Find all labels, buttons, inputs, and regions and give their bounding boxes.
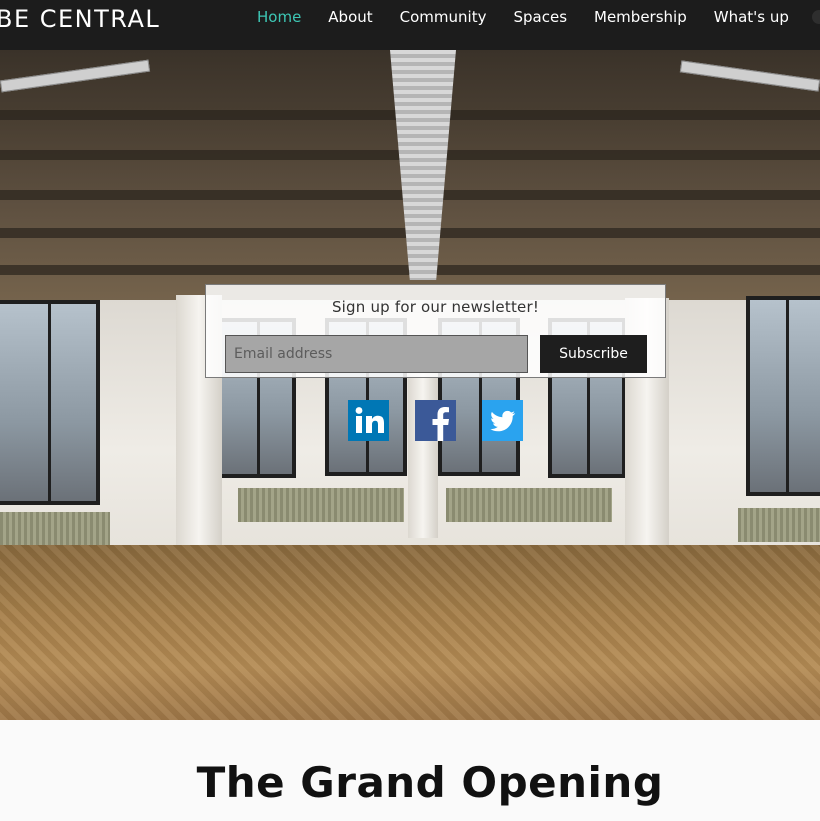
nav-overflow-item[interactable] xyxy=(812,10,820,24)
newsletter-form: Sign up for our newsletter! Subscribe xyxy=(205,284,666,378)
content-section: The Grand Opening xyxy=(0,720,820,821)
radiator xyxy=(738,508,820,542)
nav-item-spaces[interactable]: Spaces xyxy=(513,8,567,26)
section-heading: The Grand Opening xyxy=(196,758,664,807)
nav-item-home[interactable]: Home xyxy=(257,8,301,26)
nav-item-community[interactable]: Community xyxy=(400,8,487,26)
nav-item-whats-up[interactable]: What's up xyxy=(714,8,789,26)
twitter-icon[interactable] xyxy=(482,400,523,441)
facebook-icon[interactable] xyxy=(415,400,456,441)
site-header: BE CENTRAL Home About Community Spaces M… xyxy=(0,0,820,50)
pillar xyxy=(408,370,438,538)
main-nav: Home About Community Spaces Membership W… xyxy=(257,0,789,34)
radiator xyxy=(238,488,404,522)
nav-item-membership[interactable]: Membership xyxy=(594,8,687,26)
subscribe-button[interactable]: Subscribe xyxy=(540,335,647,373)
nav-item-about[interactable]: About xyxy=(328,8,372,26)
newsletter-title: Sign up for our newsletter! xyxy=(331,298,540,316)
hero-image xyxy=(0,50,820,720)
hero-floor-pattern xyxy=(0,545,820,720)
email-field[interactable] xyxy=(225,335,528,373)
window xyxy=(0,300,100,505)
radiator xyxy=(0,512,110,546)
radiator xyxy=(446,488,612,522)
window xyxy=(746,296,820,496)
site-logo[interactable]: BE CENTRAL xyxy=(0,5,160,33)
linkedin-icon[interactable] xyxy=(348,400,389,441)
